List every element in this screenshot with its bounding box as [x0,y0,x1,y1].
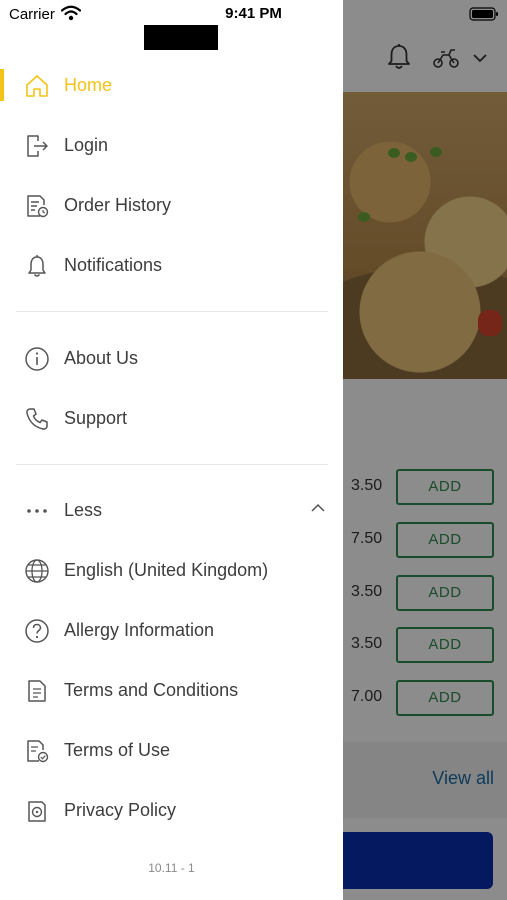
nav-label: Support [64,408,128,428]
nav-label: Login [64,135,109,155]
nav-label: Allergy Information [64,620,215,640]
app-version: 10.11 - 1 [148,861,195,875]
nav-item-terms-and-conditions[interactable]: Terms and Conditions [0,667,343,715]
phone-icon [26,408,48,430]
nav-item-login[interactable]: Login [0,122,343,170]
bell-icon [28,255,46,277]
nav-item-terms-of-use[interactable]: Terms of Use [0,727,343,775]
nav-item-privacy-policy[interactable]: Privacy Policy [0,787,343,835]
nav-item-home[interactable]: Home [0,62,343,110]
info-icon [25,347,49,371]
clock: 9:41 PM [225,5,282,22]
nav-label: English (United Kingdom) [64,560,269,580]
nav-label: Home [64,75,113,95]
nav-item-allergy-information[interactable]: Allergy Information [0,607,343,655]
nav-item-notifications[interactable]: Notifications [0,242,343,290]
side-drawer: Home Login Order History Notifications A… [0,0,343,900]
home-icon [26,75,48,97]
nav-item-less[interactable]: Less [0,487,343,535]
question-icon [25,619,49,643]
document-check-icon [27,740,49,763]
privacy-icon [28,801,46,822]
nav-label: Terms of Use [64,740,171,760]
redacted-logo [144,25,218,50]
document-icon [28,680,46,702]
divider [16,311,328,312]
nav-label: About Us [64,348,139,368]
globe-icon [25,559,49,583]
order-history-icon [27,195,49,218]
nav-label: Less [64,500,103,520]
login-icon [27,135,48,157]
chevron-up-icon [311,503,325,512]
nav-item-support[interactable]: Support [0,395,343,443]
nav-label: Terms and Conditions [64,680,239,700]
nav-item-language[interactable]: English (United Kingdom) [0,547,343,595]
more-dots-icon [27,509,47,513]
nav-label: Order History [64,195,172,215]
nav-label: Privacy Policy [64,800,177,820]
nav-label: Notifications [64,255,163,275]
status-bar: Carrier 9:41 PM [0,0,507,28]
nav-item-order-history[interactable]: Order History [0,182,343,230]
nav-item-about-us[interactable]: About Us [0,335,343,383]
battery-icon [469,7,498,21]
divider [16,464,328,465]
